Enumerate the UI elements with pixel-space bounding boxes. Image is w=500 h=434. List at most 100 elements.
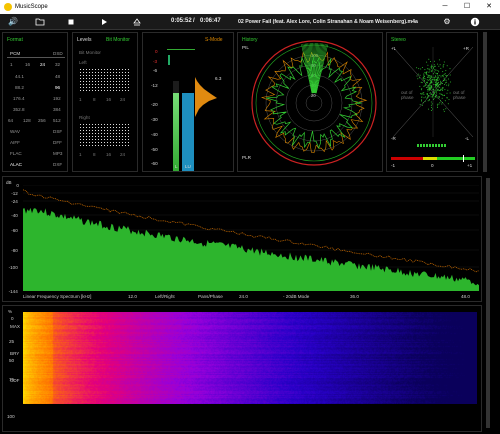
stereo-dot <box>426 61 428 63</box>
correlation-marker <box>463 155 464 162</box>
stereo-dot <box>437 73 438 74</box>
right-bit-grid <box>79 123 129 148</box>
stereo-dot <box>445 74 447 76</box>
meter-tick-label: -30 <box>151 117 158 122</box>
stereo-dot <box>435 80 437 82</box>
stereo-dot <box>423 74 425 76</box>
stereo-dot <box>439 100 441 102</box>
minimize-button[interactable]: ─ <box>434 0 456 14</box>
stereo-dot <box>431 65 433 67</box>
spectrum-db-label: dB <box>6 180 12 185</box>
stereo-dot <box>423 80 425 81</box>
info-icon[interactable] <box>470 17 480 27</box>
stereo-dot <box>442 75 444 77</box>
stereo-dot <box>428 95 430 96</box>
container-flac: FLAC <box>10 151 22 156</box>
stereo-dot <box>436 90 438 91</box>
levels-title: Levels <box>77 37 92 43</box>
stereo-dot <box>445 79 447 81</box>
stereo-dot <box>431 76 432 78</box>
rate-384: 384 <box>53 107 61 112</box>
stereo-dot <box>420 68 422 70</box>
close-button[interactable]: ✕ <box>478 0 500 14</box>
stereo-dot <box>423 77 425 79</box>
stereo-dot <box>438 103 440 105</box>
rate-44: 44.1 <box>15 74 24 79</box>
stereo-dot <box>421 88 423 90</box>
stereo-dot <box>437 77 439 79</box>
stereo-dot <box>445 82 446 84</box>
container-mp3: MP3 <box>53 151 63 156</box>
stereo-dot <box>426 93 428 95</box>
stereo-dot <box>435 72 437 74</box>
meter-mode: S-Mode <box>205 37 223 43</box>
stereo-dot <box>448 85 450 87</box>
bits-24: 24 <box>40 62 46 67</box>
stereo-dot <box>449 92 451 94</box>
meter-label-l: L <box>175 164 178 169</box>
stereo-dot <box>433 95 434 97</box>
stereo-dot <box>419 85 421 87</box>
stereo-dot <box>429 80 431 82</box>
stereo-dot <box>440 93 442 95</box>
corr-zero-label: 0 <box>431 163 434 168</box>
stop-icon[interactable] <box>66 17 76 27</box>
marker-bry: BRY <box>10 351 20 356</box>
stereo-dot <box>434 66 436 67</box>
stereo-dot <box>433 97 435 99</box>
main-scrollbar[interactable] <box>486 178 490 428</box>
spectrum-y-tick: 0 <box>16 183 19 188</box>
stereo-dot <box>442 66 444 68</box>
stereo-panel: Stereo +L +R -R -L out of phase out of p… <box>386 32 478 172</box>
play-icon[interactable] <box>99 17 109 27</box>
stereo-dot <box>437 107 438 108</box>
top-scrollbar[interactable] <box>483 32 487 172</box>
stereo-dot <box>428 89 430 91</box>
right-channel-label: Right <box>79 115 90 120</box>
maximize-button[interactable]: ☐ <box>456 0 478 14</box>
stereo-dot <box>428 71 430 73</box>
stereo-dot <box>444 84 446 86</box>
stereo-dot <box>431 69 433 71</box>
stereo-dot <box>431 103 433 105</box>
stereo-dot <box>436 94 438 96</box>
stereo-dot <box>442 71 444 73</box>
stereo-dot <box>428 87 429 89</box>
stereo-dot <box>433 73 434 75</box>
right-marker-16: 16 <box>106 152 112 157</box>
stereo-dot <box>429 75 431 77</box>
stereo-dot <box>449 74 451 76</box>
stereo-dot <box>440 82 441 84</box>
option-pans-phase[interactable]: Pans/Phase <box>198 294 223 299</box>
stereo-dot <box>419 74 421 76</box>
stereo-dot <box>436 88 438 90</box>
stereo-dot <box>428 74 430 76</box>
option-left-right[interactable]: Left/Right <box>155 294 175 299</box>
stereo-dot <box>427 74 429 76</box>
stereo-dot <box>437 83 439 85</box>
spectrum-x-tick: 24.0 <box>239 294 248 299</box>
stereo-dot <box>430 92 431 94</box>
rate-48: 48 <box>55 74 61 79</box>
folder-icon[interactable] <box>35 17 45 27</box>
stereo-dot <box>438 83 440 85</box>
stereo-dot <box>450 81 452 83</box>
spectrum-y-tick: -100 <box>8 265 18 270</box>
stereo-dot <box>434 79 436 80</box>
option-20db-mode[interactable]: - 20dB Mode <box>283 294 309 299</box>
stereo-dot <box>427 88 429 90</box>
eject-icon[interactable] <box>132 17 142 27</box>
settings-icon[interactable]: ⚙ <box>442 17 452 27</box>
spectrum-mode-label: Linear Frequency Spectrum [kHz] <box>23 294 92 299</box>
stereo-dot <box>432 95 433 97</box>
stereo-dot <box>426 81 428 83</box>
rate-176: 176.4 <box>13 96 25 101</box>
stereo-dot <box>430 110 432 111</box>
stereo-dot <box>441 74 443 76</box>
stereo-dot <box>430 81 432 83</box>
spectrum-y-tick: -24 <box>11 199 18 204</box>
stereo-dot <box>437 97 439 99</box>
stereo-dot <box>442 76 444 78</box>
volume-icon[interactable]: 🔊 <box>8 17 18 27</box>
stereo-dot <box>445 70 447 72</box>
